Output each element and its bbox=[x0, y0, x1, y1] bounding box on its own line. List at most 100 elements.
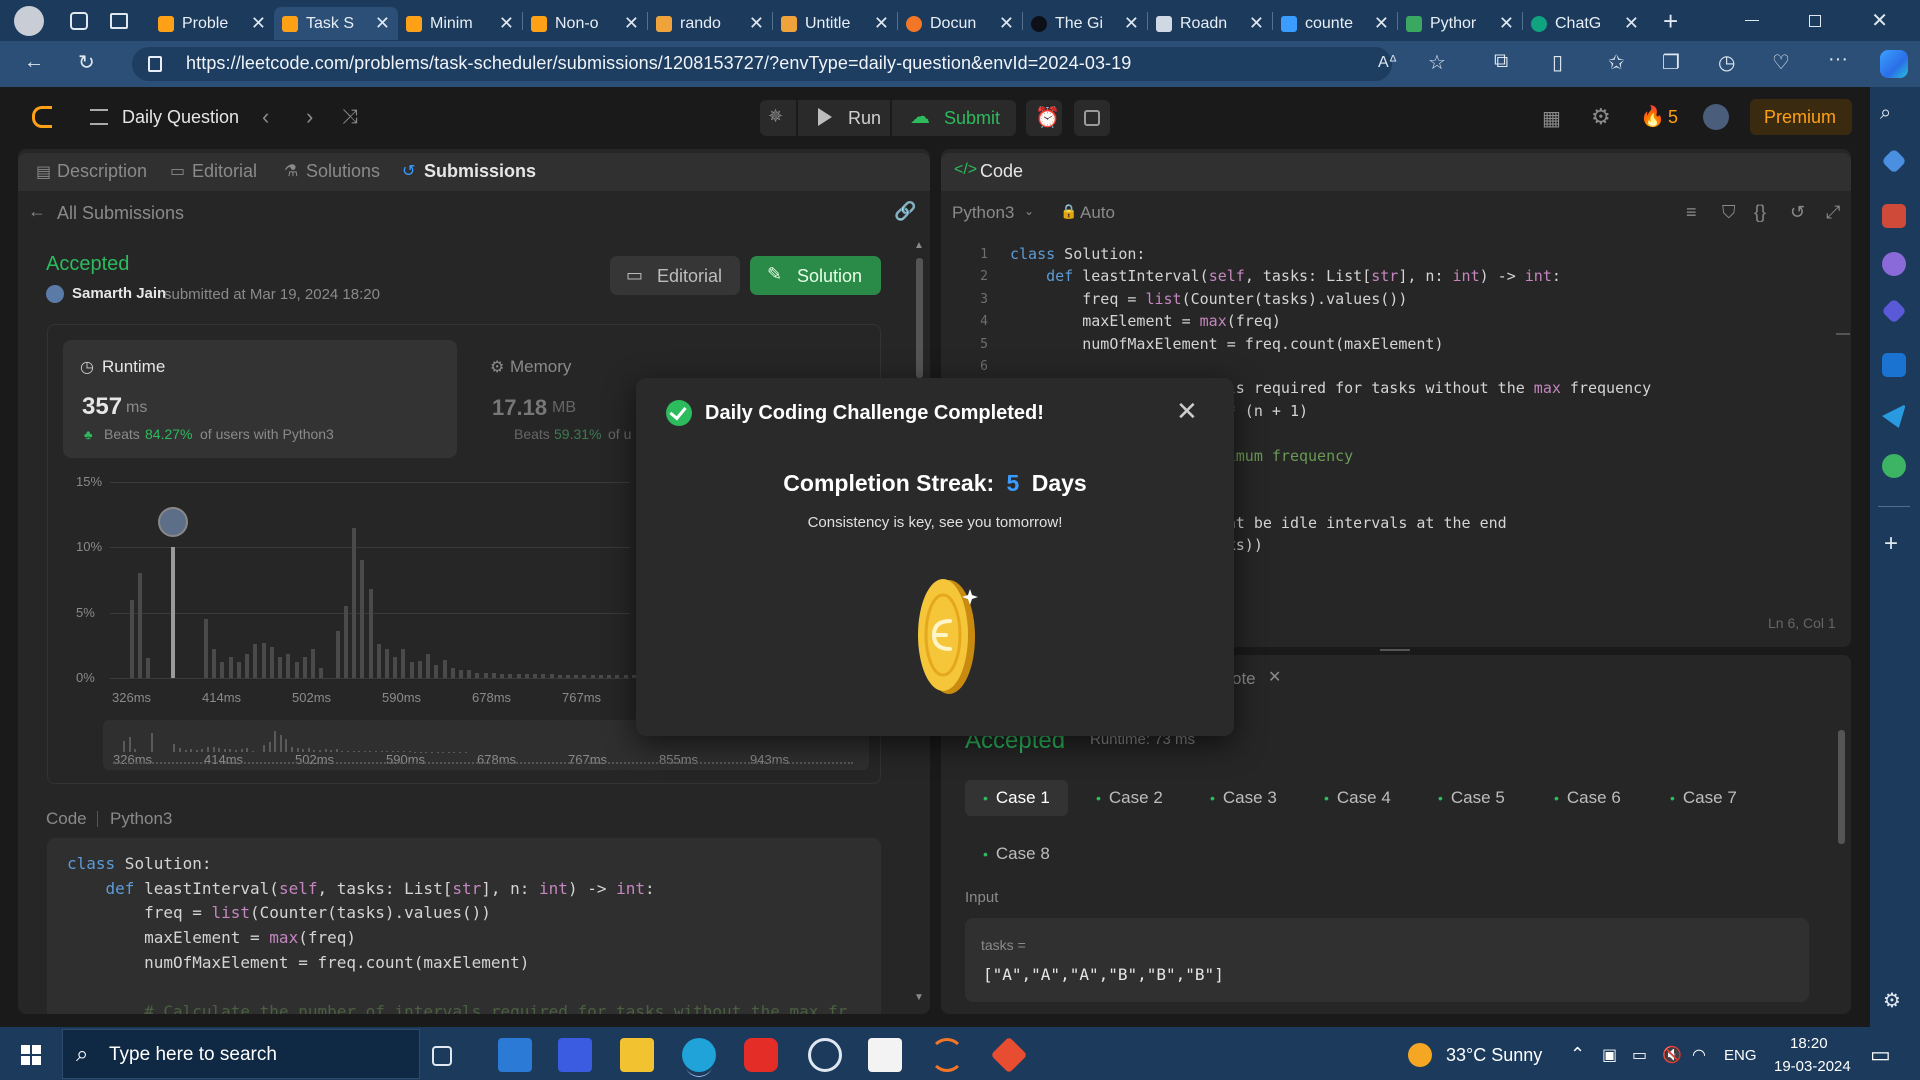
back-arrow-icon[interactable]: ← bbox=[28, 201, 46, 222]
chart-bar[interactable] bbox=[409, 662, 414, 678]
leetcode-logo-icon[interactable] bbox=[32, 106, 52, 128]
case-tab-1[interactable]: • Case 1 bbox=[965, 780, 1068, 816]
close-tab-icon[interactable]: ✕ bbox=[1374, 13, 1389, 34]
minimize-button[interactable] bbox=[1745, 20, 1760, 21]
chart-bar[interactable] bbox=[549, 674, 554, 678]
chart-bar[interactable] bbox=[533, 674, 538, 678]
browser-tab-5[interactable]: rando ✕ bbox=[648, 7, 772, 40]
chart-bar[interactable] bbox=[483, 672, 488, 678]
favorite-star-icon[interactable]: ☆ bbox=[1428, 50, 1446, 75]
chart-bar[interactable] bbox=[598, 675, 603, 678]
browser-tab-7[interactable]: Docun ✕ bbox=[898, 7, 1022, 40]
reset-icon[interactable]: ↺ bbox=[1790, 202, 1805, 223]
chart-bar[interactable] bbox=[574, 675, 579, 678]
case-tab-2[interactable]: • Case 2 bbox=[1078, 780, 1181, 816]
tray-device-icon[interactable]: ▣ bbox=[1602, 1045, 1617, 1065]
chart-bar[interactable] bbox=[516, 674, 521, 678]
close-window-button[interactable]: ✕ bbox=[1871, 8, 1888, 33]
sidebar-games-icon[interactable] bbox=[1882, 252, 1906, 276]
auto-mode-label[interactable]: Auto bbox=[1080, 203, 1115, 223]
chart-bar[interactable] bbox=[343, 606, 348, 678]
performance-icon[interactable]: ♡ bbox=[1772, 50, 1790, 75]
browser-tab-4[interactable]: Non-o ✕ bbox=[523, 7, 647, 40]
new-tab-button[interactable]: + bbox=[1663, 8, 1678, 34]
task-view-icon[interactable] bbox=[432, 1046, 452, 1066]
workspaces-icon[interactable] bbox=[70, 11, 88, 30]
browser-tab-11[interactable]: Pythor ✕ bbox=[1398, 7, 1522, 40]
submitter-name[interactable]: Samarth Jain bbox=[72, 285, 166, 302]
chart-bar[interactable] bbox=[582, 675, 587, 678]
resize-handle[interactable] bbox=[1380, 649, 1410, 651]
weather-text[interactable]: 33°C Sunny bbox=[1446, 1045, 1542, 1066]
chart-bar[interactable] bbox=[278, 657, 283, 678]
bookmark-icon[interactable]: ⛉ bbox=[1722, 202, 1736, 223]
youtube-app-icon[interactable] bbox=[744, 1038, 778, 1072]
tab-actions-icon[interactable] bbox=[110, 12, 128, 29]
split-screen-icon[interactable]: ▯ bbox=[1552, 50, 1563, 75]
browser-tab-3[interactable]: Minim ✕ bbox=[398, 7, 522, 40]
chart-bar[interactable] bbox=[228, 657, 233, 678]
url-text[interactable]: https://leetcode.com/problems/task-sched… bbox=[186, 53, 1131, 74]
collections-icon[interactable]: ❐ bbox=[1662, 50, 1680, 75]
chart-bar[interactable] bbox=[376, 644, 381, 678]
case-tab-5[interactable]: • Case 5 bbox=[1420, 780, 1523, 816]
file-explorer-icon[interactable] bbox=[620, 1038, 654, 1072]
fullscreen-icon[interactable]: ⤢ bbox=[1826, 202, 1840, 223]
share-link-icon[interactable]: 🔗 bbox=[894, 201, 916, 222]
streak-fire-icon[interactable]: 🔥 bbox=[1640, 104, 1665, 129]
chart-bar[interactable] bbox=[171, 547, 176, 678]
chart-bar[interactable] bbox=[417, 661, 422, 678]
favorites-icon[interactable]: ✩ bbox=[1608, 50, 1625, 75]
close-tab-icon[interactable]: ✕ bbox=[499, 13, 514, 34]
chart-bar[interactable] bbox=[590, 675, 595, 678]
clock-date[interactable]: 19-03-2024 bbox=[1774, 1058, 1851, 1075]
close-tab-icon[interactable]: ✕ bbox=[999, 13, 1014, 34]
browser-tab-12[interactable]: ChatG ✕ bbox=[1523, 7, 1647, 40]
chart-bar[interactable] bbox=[310, 649, 315, 678]
case-tab-4[interactable]: • Case 4 bbox=[1306, 780, 1409, 816]
close-tab-icon[interactable]: ✕ bbox=[874, 13, 889, 34]
read-aloud-icon[interactable]: Aᐞ bbox=[1378, 52, 1397, 72]
sidebar-settings-icon[interactable]: ⚙ bbox=[1883, 988, 1901, 1013]
chart-bar[interactable] bbox=[434, 664, 439, 678]
maximize-button[interactable] bbox=[1809, 14, 1822, 27]
chart-bar[interactable] bbox=[442, 659, 447, 678]
close-tab-icon[interactable]: ✕ bbox=[1624, 13, 1639, 34]
sidebar-search-icon[interactable]: ⌕ bbox=[1880, 102, 1891, 125]
language-select[interactable]: Python3 bbox=[952, 203, 1014, 223]
chart-bar[interactable] bbox=[204, 619, 209, 678]
edge-browser-icon[interactable] bbox=[682, 1038, 716, 1072]
settings-gear-icon[interactable]: ⚙ bbox=[1591, 104, 1611, 130]
chart-bar[interactable] bbox=[261, 642, 266, 678]
chart-bar[interactable] bbox=[475, 672, 480, 678]
chart-bar[interactable] bbox=[524, 674, 529, 678]
volume-muted-icon[interactable]: 🔇 bbox=[1662, 1045, 1682, 1065]
case-tab-6[interactable]: • Case 6 bbox=[1536, 780, 1639, 816]
browser-tab-9[interactable]: Roadn ✕ bbox=[1148, 7, 1272, 40]
tray-chevron-icon[interactable]: ⌃ bbox=[1570, 1044, 1585, 1065]
chart-bar[interactable] bbox=[500, 674, 505, 678]
chart-bar[interactable] bbox=[368, 589, 373, 678]
tab-editorial[interactable]: Editorial bbox=[192, 161, 257, 182]
chart-bar[interactable] bbox=[541, 674, 546, 678]
microsoft-store-icon[interactable] bbox=[868, 1038, 902, 1072]
user-avatar[interactable] bbox=[1703, 104, 1729, 130]
layout-grid-icon[interactable]: ▦ bbox=[1542, 106, 1561, 131]
copilot-icon[interactable] bbox=[1880, 50, 1908, 78]
chart-bar[interactable] bbox=[286, 654, 291, 678]
scroll-up-arrow[interactable]: ▲ bbox=[914, 240, 924, 251]
refresh-icon[interactable]: ↻ bbox=[78, 50, 95, 75]
close-tab-icon[interactable]: ✕ bbox=[1499, 13, 1514, 34]
test-scrollbar[interactable] bbox=[1838, 730, 1845, 844]
close-note-icon[interactable]: ✕ bbox=[1268, 667, 1281, 687]
editor-scrollbar[interactable] bbox=[1836, 333, 1850, 335]
chart-bar[interactable] bbox=[565, 675, 570, 678]
media-player-icon[interactable] bbox=[808, 1038, 842, 1072]
input-var-value[interactable]: ["A","A","A","B","B","B"] bbox=[983, 965, 1224, 984]
clock-time[interactable]: 18:20 bbox=[1790, 1035, 1828, 1052]
chart-bar[interactable] bbox=[269, 646, 274, 678]
tab-description[interactable]: Description bbox=[57, 161, 147, 182]
close-tab-icon[interactable]: ✕ bbox=[1249, 13, 1264, 34]
close-tab-icon[interactable]: ✕ bbox=[749, 13, 764, 34]
chart-bar[interactable] bbox=[615, 675, 620, 678]
